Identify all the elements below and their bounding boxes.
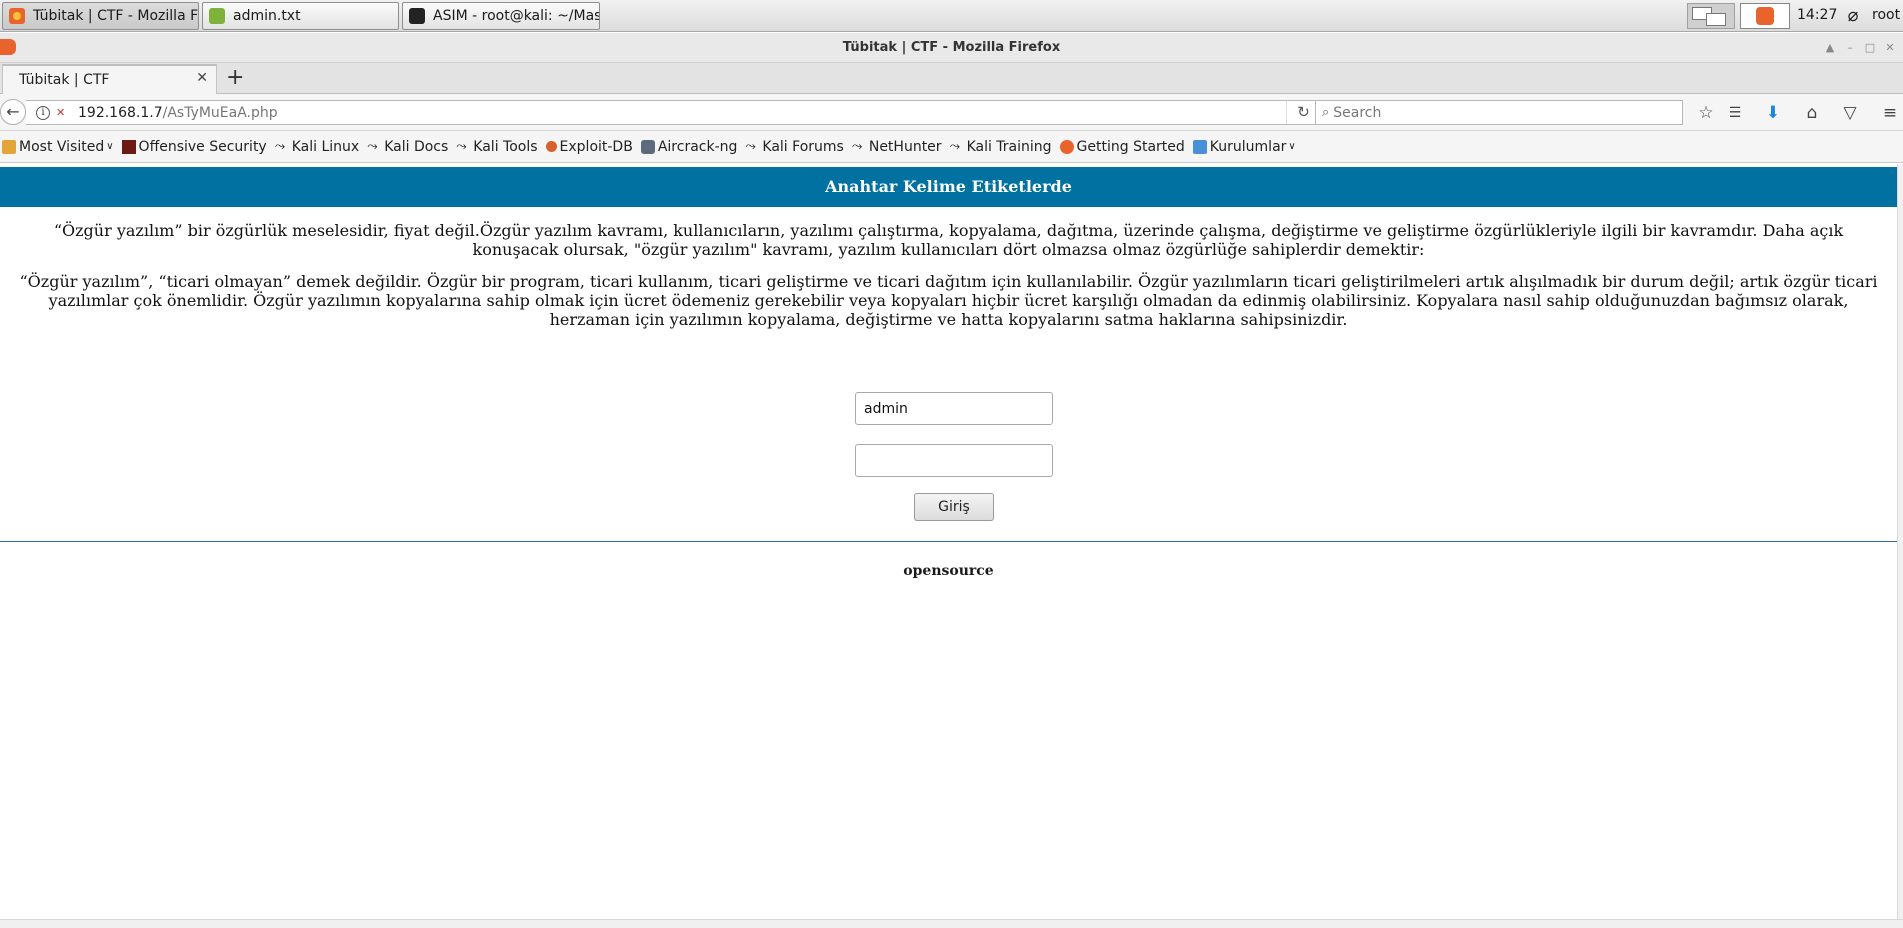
window-titlebar: Tübitak | CTF - Mozilla Firefox ▲ – □ ✕ <box>0 33 1903 63</box>
horizontal-scrollbar[interactable] <box>0 919 1903 928</box>
login-button[interactable]: Giriş <box>914 493 994 521</box>
tab-title: Tübitak | CTF <box>19 72 110 88</box>
bookmark-label: Kali Forums <box>762 138 844 155</box>
search-icon: ⌕ <box>1322 105 1330 120</box>
bookmark-label: Offensive Security <box>138 138 267 155</box>
vertical-scrollbar[interactable] <box>1897 164 1903 919</box>
search-bar[interactable]: ⌕ <box>1315 100 1683 125</box>
bookmark-kali-forums[interactable]: ⤳ Kali Forums <box>745 139 843 155</box>
login-form: Giriş <box>855 392 1053 521</box>
info-icon[interactable]: i <box>36 105 50 120</box>
navigation-toolbar: ← i ✕ 192.168.1.7/AsTyMuEaA.php ↻ ⌕ ☆ ☰ … <box>0 94 1903 131</box>
home-icon[interactable]: ⌂ <box>1800 101 1824 125</box>
folder-icon <box>2 139 16 154</box>
bookmark-label: Kali Docs <box>384 138 449 155</box>
url-path: /AsTyMuEaA.php <box>162 104 278 121</box>
bookmark-kali-training[interactable]: ⤳ Kali Training <box>950 139 1052 155</box>
hamburger-menu-icon[interactable]: ≡ <box>1878 101 1902 125</box>
tab-active[interactable]: Tübitak | CTF ✕ <box>2 64 217 95</box>
kali-dragon-icon: ⤳ <box>367 138 378 154</box>
bookmark-exploit-db[interactable]: Exploit-DB <box>545 138 633 155</box>
new-tab-icon[interactable]: + <box>226 65 244 90</box>
bookmark-label: Most Visited <box>19 138 105 155</box>
window-up-icon[interactable]: ▲ <box>1822 38 1838 58</box>
bookmark-most-visited[interactable]: Most Visited ∨ <box>2 139 114 155</box>
kali-dragon-icon: ⤳ <box>745 138 756 154</box>
tab-strip: Tübitak | CTF ✕ + <box>0 63 1903 95</box>
password-field[interactable] <box>855 444 1053 477</box>
minimize-icon[interactable]: – <box>1842 38 1858 58</box>
workspace-icon <box>1706 13 1726 26</box>
close-icon[interactable]: ✕ <box>1882 38 1898 58</box>
text-editor-icon <box>209 8 225 24</box>
network-icon[interactable]: ⌀ <box>1842 5 1864 27</box>
bookmark-kurulumlar[interactable]: Kurulumlar ∨ <box>1192 138 1296 155</box>
bookmark-getting-started[interactable]: Getting Started <box>1059 138 1185 155</box>
username-field[interactable] <box>855 392 1053 425</box>
page-header: Anahtar Kelime Etiketlerde <box>0 167 1897 207</box>
kali-dragon-icon: ⤳ <box>456 138 467 154</box>
downloads-icon[interactable]: ⬇ <box>1761 101 1785 125</box>
bookmark-nethunter[interactable]: ⤳ NetHunter <box>852 139 942 155</box>
content-paragraph: “Özgür yazılım”, “ticari olmayan” demek … <box>19 272 1878 329</box>
window-controls: ▲ – □ ✕ <box>1822 38 1898 58</box>
bookmark-kali-linux[interactable]: ⤳ Kali Linux <box>275 139 359 155</box>
bookmark-label: NetHunter <box>868 138 942 155</box>
folder-icon <box>1192 139 1207 154</box>
taskbar-item-label: Tübitak | CTF - Mozilla Fi... <box>33 8 199 24</box>
url-text[interactable]: 192.168.1.7/AsTyMuEaA.php <box>78 105 278 121</box>
offsec-icon <box>121 139 136 154</box>
bookmark-label: Kurulumlar <box>1209 138 1287 155</box>
bookmark-star-icon[interactable]: ☆ <box>1694 101 1718 125</box>
bookmark-label: Kali Tools <box>473 138 538 155</box>
bookmark-kali-docs[interactable]: ⤳ Kali Docs <box>367 139 448 155</box>
tab-close-icon[interactable]: ✕ <box>196 70 208 86</box>
url-host: 192.168.1.7 <box>78 104 163 121</box>
kali-dragon-icon: ⤳ <box>949 138 960 154</box>
bookmark-offensive-security[interactable]: Offensive Security <box>121 138 267 155</box>
firefox-icon <box>1756 7 1774 25</box>
terminal-icon <box>409 8 425 24</box>
desktop-taskbar: Tübitak | CTF - Mozilla Fi... admin.txt … <box>0 0 1903 32</box>
kali-dragon-icon: ⤳ <box>851 138 863 154</box>
bookmark-aircrack-ng[interactable]: Aircrack-ng <box>640 138 738 155</box>
url-bar[interactable]: i ✕ 192.168.1.7/AsTyMuEaA.php ↻ <box>26 100 1321 125</box>
taskbar-item-firefox[interactable]: Tübitak | CTF - Mozilla Fi... <box>2 2 199 30</box>
workspace-switcher[interactable] <box>1687 3 1735 29</box>
kali-dragon-icon: ⤳ <box>274 138 286 154</box>
taskbar-item-label: ASIM - root@kali: ~/Mas... <box>433 8 600 24</box>
window-title: Tübitak | CTF - Mozilla Firefox <box>842 40 1061 55</box>
firefox-icon <box>1059 139 1074 154</box>
aircrack-icon <box>640 139 655 154</box>
bookmark-label: Kali Training <box>966 138 1052 155</box>
chevron-down-icon: ∨ <box>106 141 114 152</box>
pocket-icon[interactable]: ▽ <box>1838 101 1862 125</box>
footer-text: opensource <box>903 563 994 579</box>
bookmark-label: Kali Linux <box>291 138 360 155</box>
clock[interactable]: 14:27 <box>1797 7 1837 23</box>
bookmark-label: Getting Started <box>1076 138 1185 155</box>
tray-firefox-button[interactable] <box>1740 3 1790 29</box>
firefox-icon <box>9 8 25 24</box>
bookmark-label: Exploit-DB <box>559 138 633 155</box>
insecure-lock-icon[interactable]: ✕ <box>56 106 68 119</box>
exploit-db-icon <box>545 141 557 152</box>
bookmark-label: Aircrack-ng <box>657 138 738 155</box>
bookmarks-toolbar: Most Visited ∨ Offensive Security ⤳ Kali L… <box>0 131 1903 163</box>
taskbar-item-terminal[interactable]: ASIM - root@kali: ~/Mas... <box>402 2 600 30</box>
search-input[interactable] <box>1333 104 1664 121</box>
bookmark-kali-tools[interactable]: ⤳ Kali Tools <box>456 139 537 155</box>
taskbar-item-label: admin.txt <box>233 8 301 24</box>
back-arrow-icon[interactable]: ← <box>0 99 26 125</box>
web-page: Anahtar Kelime Etiketlerde “Özgür yazılı… <box>0 164 1897 919</box>
footer-divider <box>0 541 1897 542</box>
reading-list-icon[interactable]: ☰ <box>1723 101 1747 125</box>
content-paragraph: “Özgür yazılım” bir özgürlük meselesidir… <box>53 221 1844 259</box>
user-menu[interactable]: root <box>1872 7 1900 23</box>
taskbar-item-admin-txt[interactable]: admin.txt <box>202 2 399 30</box>
maximize-icon[interactable]: □ <box>1862 38 1878 58</box>
chevron-down-icon: ∨ <box>1288 141 1296 152</box>
